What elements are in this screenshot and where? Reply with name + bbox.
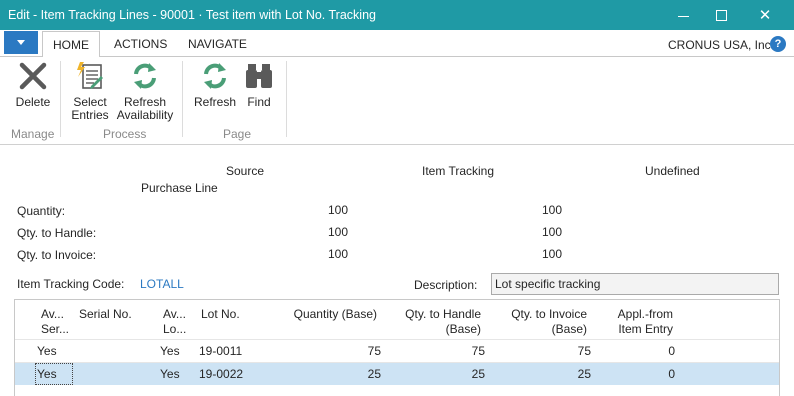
cell-avail-serial: Yes <box>37 344 57 358</box>
group-label-process: Process <box>103 127 147 141</box>
item-tracking-code-label: Item Tracking Code: <box>17 277 125 291</box>
header-qty-to-handle-line2: (Base) <box>445 322 481 336</box>
delete-x-icon <box>19 62 47 90</box>
cell-appl-from: 0 <box>668 344 675 358</box>
delete-label: Delete <box>15 95 51 109</box>
summary-header-source: Source <box>226 164 265 178</box>
header-qty-to-invoice-line2: (Base) <box>551 322 587 336</box>
binoculars-icon <box>246 64 272 88</box>
header-qty-to-handle[interactable]: Qty. to Handle (Base) <box>385 307 481 337</box>
maximize-button[interactable] <box>700 0 742 30</box>
group-label-manage: Manage <box>11 127 55 141</box>
select-entries-button[interactable]: Select Entries <box>66 60 114 122</box>
header-qty-to-handle-line1: Qty. to Handle <box>405 307 481 321</box>
header-avail-lot-line1: Av... <box>163 307 186 321</box>
help-icon[interactable]: ? <box>770 36 786 52</box>
header-qty-to-invoice[interactable]: Qty. to Invoice (Base) <box>487 307 587 337</box>
dropdown-arrow-icon <box>17 40 25 45</box>
table-row[interactable]: Yes Yes 19-0011 75 75 75 0 <box>15 340 779 362</box>
title-bar: Edit - Item Tracking Lines - 90001 · Tes… <box>0 0 794 30</box>
refresh-availability-button[interactable]: Refresh Availability <box>114 60 176 122</box>
find-button[interactable]: Find <box>240 60 278 109</box>
header-avail-lot-line2: Lo... <box>163 322 187 336</box>
cell-quantity: 25 <box>367 367 381 381</box>
header-quantity-base[interactable]: Quantity (Base) <box>277 307 377 322</box>
minimize-button[interactable] <box>662 0 704 30</box>
item-tracking-code-link[interactable]: LOTALL <box>140 277 184 291</box>
summary-header-undefined: Undefined <box>645 164 700 178</box>
header-serial-no[interactable]: Serial No. <box>79 307 132 322</box>
cell-qty-to-handle: 75 <box>471 344 485 358</box>
tab-navigate[interactable]: NAVIGATE <box>178 31 257 57</box>
group-label-page: Page <box>223 127 252 141</box>
header-lot-no[interactable]: Lot No. <box>201 307 240 322</box>
qty-to-handle-label: Qty. to Handle: <box>17 226 97 240</box>
find-label: Find <box>247 95 271 109</box>
maximize-icon <box>715 9 727 21</box>
refresh-icon <box>134 63 156 89</box>
cell-lot-no: 19-0022 <box>199 367 244 381</box>
cell-avail-lot: Yes <box>160 367 180 381</box>
header-appl-from-line1: Appl.-from <box>617 307 673 321</box>
cell-quantity: 75 <box>367 344 381 358</box>
qty-to-handle-source-value: 100 <box>327 225 348 239</box>
quantity-tracking-value: 100 <box>541 203 562 217</box>
ribbon: Delete Manage Select Entries Refresh Ava… <box>0 57 794 145</box>
window-title: Edit - Item Tracking Lines - 90001 · Tes… <box>8 8 376 22</box>
cell-appl-from: 0 <box>668 367 675 381</box>
description-field[interactable]: Lot specific tracking <box>491 273 779 295</box>
header-appl-from-line2: Item Entry <box>618 322 673 336</box>
qty-to-invoice-source-value: 100 <box>327 247 348 261</box>
tracking-lines-grid: Av... Ser... Serial No. Av... Lo... Lot … <box>14 299 780 396</box>
qty-to-invoice-tracking-value: 100 <box>541 247 562 261</box>
cell-avail-serial: Yes <box>37 367 57 381</box>
summary-header-item-tracking: Item Tracking <box>422 164 495 178</box>
header-avail-serial-line1: Av... <box>41 307 64 321</box>
table-row-selected[interactable]: Yes Yes 19-0022 25 25 25 0 <box>15 363 779 385</box>
cell-avail-lot: Yes <box>160 344 180 358</box>
description-label: Description: <box>414 278 478 292</box>
refresh-label: Refresh <box>193 95 237 109</box>
close-icon: ✕ <box>758 7 772 24</box>
header-avail-serial[interactable]: Av... Ser... <box>41 307 69 337</box>
qty-to-handle-tracking-value: 100 <box>541 225 562 239</box>
cell-qty-to-invoice: 75 <box>577 344 591 358</box>
refresh-availability-label-line2: Availability <box>116 108 174 122</box>
app-menu-button[interactable] <box>4 31 38 54</box>
select-entries-label-line2: Entries <box>71 108 109 122</box>
quantity-source-value: 100 <box>327 203 348 217</box>
group-separator <box>286 61 287 137</box>
delete-button[interactable]: Delete <box>10 60 56 109</box>
close-button[interactable]: ✕ <box>744 0 786 30</box>
select-entries-icon <box>77 62 103 89</box>
summary-header-source-type: Purchase Line <box>141 181 218 195</box>
qty-to-invoice-label: Qty. to Invoice: <box>17 248 97 262</box>
refresh-button[interactable]: Refresh <box>192 60 238 109</box>
cell-qty-to-handle: 25 <box>471 367 485 381</box>
refresh-icon <box>204 63 226 89</box>
group-separator <box>60 61 61 137</box>
cell-qty-to-invoice: 25 <box>577 367 591 381</box>
header-qty-to-invoice-line1: Qty. to Invoice <box>511 307 587 321</box>
group-separator <box>182 61 183 137</box>
ribbon-tabs: HOME ACTIONS NAVIGATE CRONUS USA, Inc. ? <box>0 30 794 58</box>
company-name: CRONUS USA, Inc. <box>668 38 775 52</box>
tab-home[interactable]: HOME <box>42 31 100 58</box>
tab-actions[interactable]: ACTIONS <box>104 31 177 57</box>
content-area: Source Purchase Line Item Tracking Undef… <box>0 146 794 396</box>
cell-lot-no: 19-0011 <box>199 344 243 358</box>
quantity-label: Quantity: <box>17 204 66 218</box>
minimize-icon <box>677 15 689 17</box>
header-appl-from-item-entry[interactable]: Appl.-from Item Entry <box>601 307 673 337</box>
header-avail-serial-line2: Ser... <box>41 322 70 336</box>
header-avail-lot[interactable]: Av... Lo... <box>163 307 186 337</box>
